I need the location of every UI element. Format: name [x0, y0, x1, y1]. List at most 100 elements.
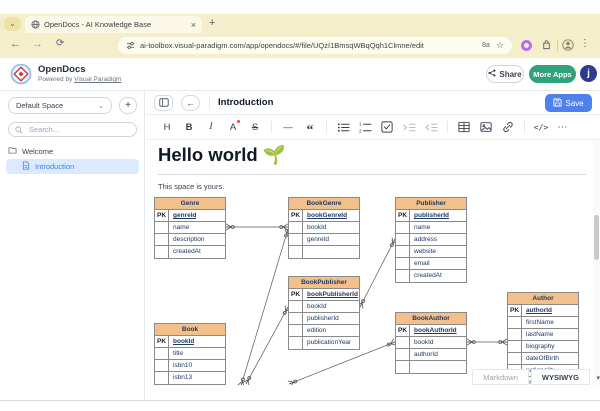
- sidebar-item-welcome[interactable]: Welcome: [8, 146, 53, 156]
- toolbar-ordered-list-icon[interactable]: 12: [356, 118, 374, 136]
- entity-row: firstName: [508, 317, 578, 329]
- toolbar-task-list-icon[interactable]: [378, 118, 396, 136]
- entity-header: BookGenre: [289, 198, 359, 210]
- document-title: Introduction: [218, 97, 274, 108]
- search-box[interactable]: [8, 122, 137, 137]
- browser-tab[interactable]: OpenDocs - AI Knowledge Base ×: [25, 16, 202, 33]
- editor-content[interactable]: Hello world 🌱 This space is yours. Genre…: [146, 140, 600, 385]
- share-button[interactable]: Share: [486, 65, 524, 83]
- toolbar-code-button[interactable]: </>: [532, 118, 550, 136]
- scrollbar-thumb[interactable]: [594, 215, 599, 260]
- entity-row: PK bookId: [155, 336, 225, 348]
- mode-wysiwyg-button[interactable]: WYSIWYG: [530, 369, 590, 385]
- document-header: ← Introduction Save: [146, 91, 600, 115]
- toolbar-image-icon[interactable]: [477, 118, 495, 136]
- toolbar-bullet-list-icon[interactable]: [334, 118, 352, 136]
- attribute-cell: website: [414, 248, 437, 255]
- save-icon: [553, 97, 562, 109]
- key-cell: [289, 313, 303, 324]
- toggle-sidebar-button[interactable]: [154, 94, 173, 111]
- attribute-cell: address: [414, 236, 438, 243]
- entity-header: Author: [508, 293, 578, 305]
- save-label: Save: [565, 98, 584, 108]
- entity-row: PK bookPublisherId: [289, 289, 359, 301]
- site-settings-icon[interactable]: [126, 37, 135, 55]
- toolbar-separator: [271, 121, 272, 133]
- browser-menu-icon[interactable]: ⋮: [580, 38, 590, 49]
- toolbar-more-button[interactable]: ⋯: [554, 118, 572, 136]
- sidebar-item-introduction[interactable]: Introduction: [6, 159, 139, 174]
- space-selector[interactable]: Default Space ⌄: [8, 97, 112, 114]
- attribute-cell: name: [414, 224, 431, 231]
- attribute-cell: bookPublisherId: [307, 291, 358, 298]
- attribute-cell: bookAuthorId: [414, 327, 457, 334]
- sidebar: Default Space ⌄ + Welcome Introduction: [0, 91, 145, 400]
- toolbar-strikethrough-button[interactable]: S: [246, 118, 264, 136]
- toolbar-blockquote-button[interactable]: “: [301, 115, 319, 140]
- toolbar-text-color-button[interactable]: A: [224, 118, 242, 136]
- tab-close-icon[interactable]: ×: [191, 20, 196, 30]
- attribute-cell: title: [173, 350, 184, 357]
- more-apps-button[interactable]: More Apps: [529, 65, 576, 83]
- app-name: OpenDocs: [38, 64, 86, 75]
- toolbar-heading-button[interactable]: H: [158, 118, 176, 136]
- entity-row: address: [396, 234, 466, 246]
- toolbar-horizontal-rule-button[interactable]: —: [279, 118, 297, 136]
- forward-icon[interactable]: →: [32, 38, 43, 50]
- profile-icon[interactable]: [562, 39, 574, 54]
- attribute-cell: [303, 246, 307, 258]
- toolbar-bold-button[interactable]: B: [180, 118, 198, 136]
- entity-header: Genre: [155, 198, 225, 210]
- attribute-cell: bookGenreId: [307, 212, 348, 219]
- entity-BookGenre: BookGenre PK bookGenreId bookId genreId: [288, 197, 360, 259]
- address-badge-icon[interactable]: 8a: [482, 42, 490, 49]
- new-tab-button[interactable]: +: [209, 17, 215, 29]
- visual-paradigm-link[interactable]: Visual Paradigm: [74, 76, 121, 83]
- editor-mode-toggle: Markdown WYSIWYG: [472, 369, 590, 385]
- key-cell: [289, 325, 303, 336]
- reload-icon[interactable]: ⟳: [56, 38, 64, 49]
- search-icon: [15, 121, 23, 139]
- extensions-icon[interactable]: [541, 39, 552, 53]
- entity-row: PK publisherId: [396, 210, 466, 222]
- er-diagram: Genre PK genreId name description createdAt Bo…: [146, 140, 594, 385]
- browser-address-bar: ← → ⟳ ai-toolbox.visual-paradigm.com/app…: [0, 33, 600, 58]
- entity-header: BookPublisher: [289, 277, 359, 289]
- back-button[interactable]: ←: [181, 94, 200, 111]
- header-divider: [209, 96, 210, 109]
- scroll-down-icon[interactable]: ▾: [596, 374, 600, 382]
- key-cell: PK: [508, 305, 522, 316]
- attribute-cell: createdAt: [173, 248, 201, 255]
- search-input[interactable]: [27, 124, 130, 135]
- save-button[interactable]: Save: [545, 94, 592, 112]
- toolbar-table-icon[interactable]: [455, 118, 473, 136]
- attribute-cell: name: [173, 224, 190, 231]
- add-space-button[interactable]: +: [119, 97, 137, 114]
- tab-search-button[interactable]: ⌄: [4, 17, 21, 31]
- toolbar-outdent-icon[interactable]: [422, 118, 440, 136]
- attribute-cell: email: [414, 260, 430, 267]
- url-bar[interactable]: ai-toolbox.visual-paradigm.com/app/opend…: [118, 37, 512, 54]
- toolbar-italic-button[interactable]: I: [202, 118, 220, 136]
- attribute-cell: biography: [526, 343, 555, 350]
- entity-row: PK bookGenreId: [289, 210, 359, 222]
- attribute-cell: publisherId: [414, 212, 450, 219]
- key-cell: PK: [155, 336, 169, 347]
- attribute-cell: firstName: [526, 319, 554, 326]
- user-avatar[interactable]: j: [580, 65, 597, 82]
- entity-row: email: [396, 258, 466, 270]
- extension-icon[interactable]: [521, 40, 532, 51]
- mode-markdown-button[interactable]: Markdown: [472, 369, 529, 385]
- globe-icon: [31, 16, 40, 34]
- toolbar-indent-icon[interactable]: [400, 118, 418, 136]
- key-cell: [289, 337, 303, 349]
- key-cell: [396, 337, 410, 348]
- entity-row: bookId: [289, 222, 359, 234]
- toolbar-link-icon[interactable]: [499, 118, 517, 136]
- entity-row: bookId: [289, 301, 359, 313]
- content-scrollbar[interactable]: ▾: [593, 140, 600, 385]
- key-cell: [155, 372, 169, 384]
- attribute-cell: bookId: [307, 303, 327, 310]
- back-icon[interactable]: ←: [10, 38, 21, 50]
- bookmark-star-icon[interactable]: ☆: [496, 40, 504, 51]
